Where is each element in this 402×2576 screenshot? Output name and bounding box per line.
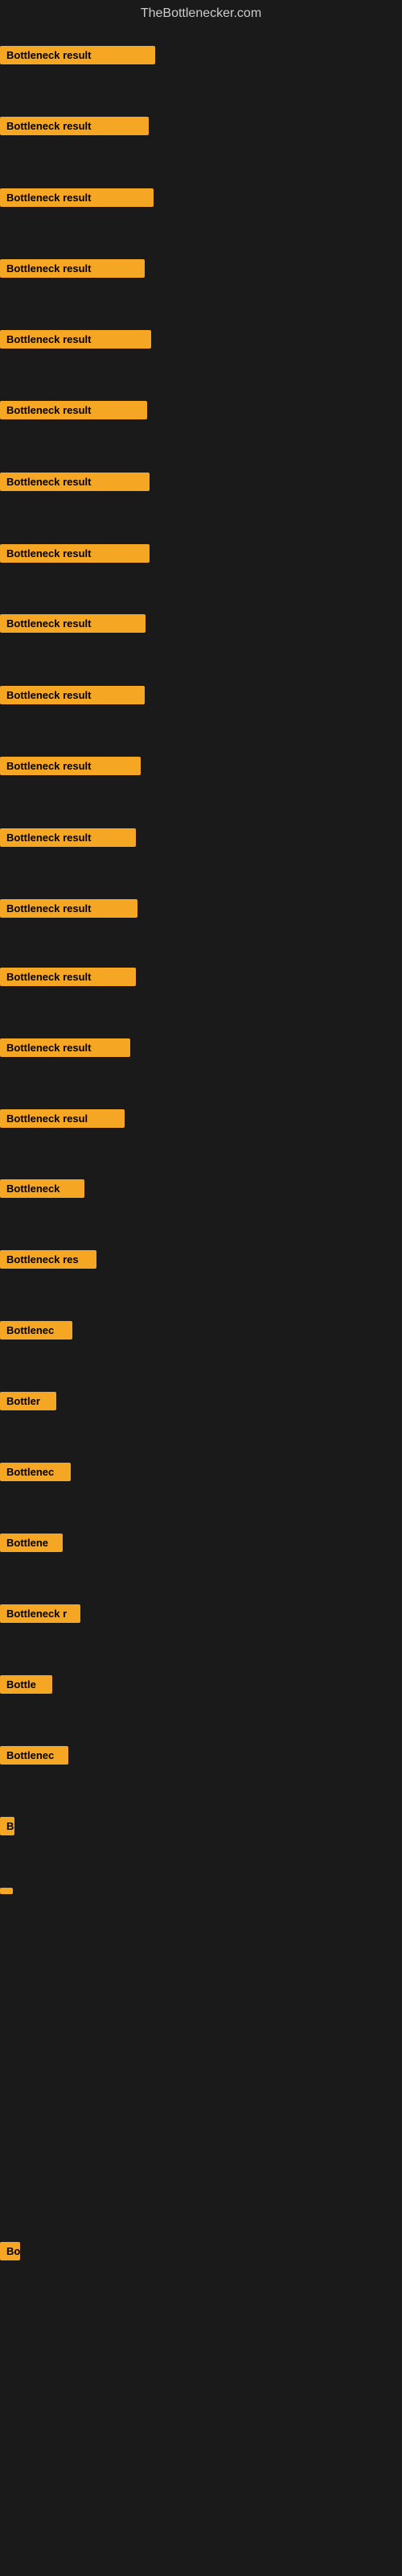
bottleneck-result-item: Bottleneck resul	[0, 1109, 125, 1128]
bottleneck-result-item: Bottlene	[0, 1534, 63, 1552]
bottleneck-result-item: Bottleneck result	[0, 401, 147, 419]
bottleneck-result-item: Bottleneck result	[0, 117, 149, 135]
bottleneck-result-item: Bottleneck result	[0, 899, 137, 918]
site-title: TheBottlenecker.com	[0, 0, 402, 27]
bottleneck-result-item: Bottlenec	[0, 1321, 72, 1340]
bottleneck-result-item: Bottlenec	[0, 1463, 71, 1481]
bottleneck-result-item: Bottleneck result	[0, 968, 136, 986]
bottleneck-result-item: Bottleneck res	[0, 1250, 96, 1269]
bottleneck-result-item: Bottleneck result	[0, 330, 151, 349]
bottleneck-result-item: Bottleneck result	[0, 544, 150, 563]
bottleneck-result-item: Bottle	[0, 1675, 52, 1694]
bottleneck-result-item: Bottleneck result	[0, 473, 150, 491]
bottleneck-result-item: Bo	[0, 2242, 20, 2260]
bottleneck-result-item: Bottleneck result	[0, 757, 141, 775]
bottleneck-result-item: Bottleneck result	[0, 686, 145, 704]
bottleneck-result-item: Bottlenec	[0, 1746, 68, 1765]
bottleneck-result-item	[0, 1888, 13, 1894]
bottleneck-result-item: Bottler	[0, 1392, 56, 1410]
bottleneck-result-item: B	[0, 1817, 14, 1835]
bottleneck-result-item: Bottleneck r	[0, 1604, 80, 1623]
bottleneck-result-item: Bottleneck result	[0, 828, 136, 847]
bottleneck-result-item: Bottleneck result	[0, 259, 145, 278]
bottleneck-result-item: Bottleneck result	[0, 46, 155, 64]
bottleneck-result-item: Bottleneck result	[0, 614, 146, 633]
bottleneck-result-item: Bottleneck result	[0, 188, 154, 207]
bottleneck-result-item: Bottleneck result	[0, 1038, 130, 1057]
bottleneck-result-item: Bottleneck	[0, 1179, 84, 1198]
